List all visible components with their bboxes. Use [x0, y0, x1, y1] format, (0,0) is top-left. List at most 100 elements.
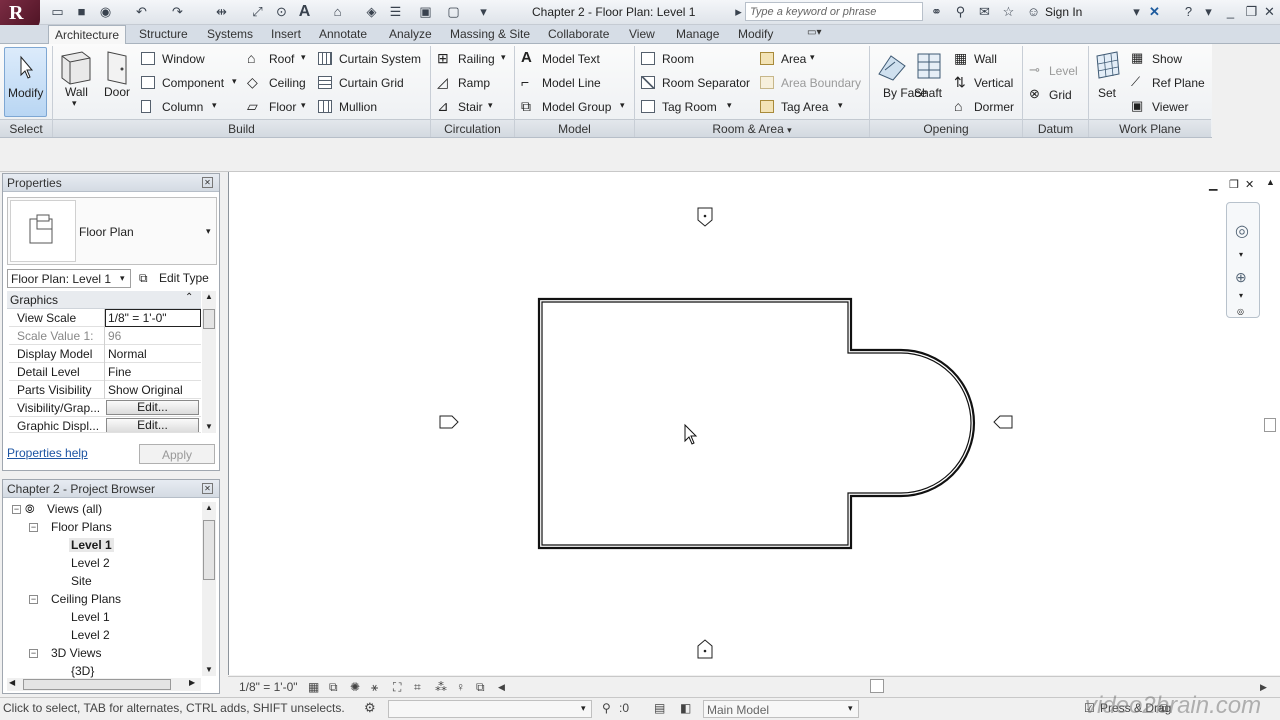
prop-row-display-model[interactable]: Display Model Normal	[9, 345, 201, 363]
tree-3d-views[interactable]: 3D Views	[51, 646, 101, 660]
ceiling-button[interactable]: Ceiling	[269, 76, 306, 90]
door-button[interactable]: Door	[100, 48, 136, 116]
filter-icon[interactable]: ⚲	[602, 701, 611, 715]
editable-only-icon[interactable]: ▤	[654, 701, 665, 715]
drawing-area[interactable]: ▁ ❐ ✕ ▲ ◎ ▾ ⊕ ▾ ◎	[228, 172, 1280, 675]
model-line-button[interactable]: Model Line	[542, 76, 601, 90]
canvas-h-scroll-thumb[interactable]	[870, 679, 884, 693]
edit-type-button[interactable]: ⧉ Edit Type	[137, 269, 215, 288]
browser-close-icon[interactable]: ✕	[202, 483, 213, 494]
undo-icon[interactable]: ↶	[134, 5, 149, 19]
tab-annotate[interactable]: Annotate	[313, 27, 373, 41]
tab-view[interactable]: View	[623, 27, 661, 41]
zoom-region-icon[interactable]: ⊕	[1235, 269, 1247, 286]
design-option-select[interactable]: Main Model ▾	[703, 700, 859, 718]
graphic-display-edit-button[interactable]: Edit...	[106, 418, 199, 432]
panel-datum-title[interactable]: Datum	[1023, 119, 1088, 137]
view-minimize-icon[interactable]: ▁	[1209, 178, 1217, 191]
tree-3d-default[interactable]: {3D}	[71, 664, 94, 678]
panel-opening-title[interactable]: Opening	[870, 119, 1022, 137]
floor-button[interactable]: Floor	[269, 100, 296, 114]
mullion-button[interactable]: Mullion	[339, 100, 377, 114]
scroll-right-icon[interactable]: ▶	[189, 678, 195, 687]
show-crop-icon[interactable]: ⌗	[414, 680, 421, 695]
collapse-ceiling-plans-toggle[interactable]: −	[29, 595, 38, 604]
stair-button[interactable]: Stair	[458, 100, 483, 114]
room-separator-button[interactable]: Room Separator	[662, 76, 750, 90]
modify-button[interactable]: Modify	[4, 47, 47, 117]
level-button[interactable]: Level	[1049, 64, 1078, 78]
viewer-button[interactable]: Viewer	[1152, 100, 1188, 114]
by-face-button[interactable]: By Face	[875, 48, 927, 116]
tab-manage[interactable]: Manage	[670, 27, 725, 41]
switch-windows-icon[interactable]: ▢	[446, 5, 461, 19]
collapse-floor-plans-toggle[interactable]: −	[29, 523, 38, 532]
wall-button[interactable]: Wall ▾	[56, 48, 96, 116]
tab-massing-site[interactable]: Massing & Site	[444, 27, 536, 41]
subscription-icon[interactable]: ⚲	[953, 5, 968, 19]
binoculars-icon[interactable]: ⚭	[929, 5, 944, 19]
sign-in-button[interactable]: Sign In	[1045, 5, 1082, 19]
tag-area-button[interactable]: Tag Area	[781, 100, 828, 114]
area-boundary-button[interactable]: Area Boundary	[781, 76, 861, 90]
open-icon[interactable]: ▭	[50, 5, 65, 19]
roof-button[interactable]: Roof	[269, 52, 294, 66]
floor-plan-drawing[interactable]	[229, 172, 1280, 675]
shaft-button[interactable]: Shaft	[912, 48, 946, 116]
grid-button[interactable]: Grid	[1049, 88, 1072, 102]
prop-row-parts-visibility[interactable]: Parts Visibility Show Original	[9, 381, 201, 399]
prop-row-view-scale[interactable]: View Scale 1/8" = 1'-0"	[9, 309, 201, 327]
communication-icon[interactable]: ✉	[977, 5, 992, 19]
navbar-options-icon[interactable]: ◎	[1237, 307, 1244, 316]
browser-h-scrollbar[interactable]: ◀ ▶	[7, 678, 201, 691]
scroll-thumb[interactable]	[203, 309, 215, 329]
tab-structure[interactable]: Structure	[133, 27, 194, 41]
analytical-model-icon[interactable]: ⧉	[476, 680, 485, 695]
design-options-icon[interactable]: ◧	[680, 701, 691, 715]
thin-lines-icon[interactable]: ☰	[388, 5, 403, 19]
tab-insert[interactable]: Insert	[265, 27, 307, 41]
stair-dropdown-icon[interactable]: ▾	[488, 100, 493, 111]
search-input[interactable]: Type a keyword or phrase	[745, 2, 923, 21]
crop-view-icon[interactable]: ⛶	[393, 680, 401, 695]
h-scroll-left-icon[interactable]: ◀	[498, 682, 505, 693]
close-icon[interactable]: ✕	[1262, 5, 1277, 19]
roof-dropdown-icon[interactable]: ▾	[301, 52, 306, 63]
view-restore-icon[interactable]: ❐	[1229, 178, 1239, 191]
zoom-dropdown-icon[interactable]: ▾	[1239, 291, 1243, 300]
properties-scrollbar[interactable]: ▲ ▼	[202, 291, 216, 433]
close-hidden-icon[interactable]: ▣	[418, 5, 433, 19]
floor-dropdown-icon[interactable]: ▾	[301, 100, 306, 111]
set-workplane-button[interactable]: Set	[1093, 48, 1123, 116]
panel-select-title[interactable]: Select	[0, 119, 52, 137]
scroll-down-icon[interactable]: ▼	[205, 665, 213, 674]
exchange-apps-icon[interactable]: ✕	[1147, 5, 1162, 19]
tree-floor-plan-level-2[interactable]: Level 2	[71, 556, 110, 570]
apply-button[interactable]: Apply	[139, 444, 215, 464]
customize-qat-icon[interactable]: ▾	[476, 5, 491, 19]
railing-dropdown-icon[interactable]: ▾	[501, 52, 506, 63]
scroll-up-icon[interactable]: ▲	[205, 292, 213, 301]
restore-icon[interactable]: ❐	[1244, 5, 1259, 19]
help-icon[interactable]: ?	[1181, 5, 1196, 19]
prop-row-detail-level[interactable]: Detail Level Fine	[9, 363, 201, 381]
instance-filter-select[interactable]: Floor Plan: Level 1 ▾	[7, 269, 131, 288]
column-button[interactable]: Column	[162, 100, 203, 114]
tag-room-dropdown-icon[interactable]: ▾	[727, 100, 732, 111]
panel-work-plane-title[interactable]: Work Plane	[1089, 119, 1211, 137]
railing-button[interactable]: Railing	[458, 52, 495, 66]
canvas-scroll-up-icon[interactable]: ▲	[1266, 177, 1275, 187]
panel-circulation-title[interactable]: Circulation	[431, 119, 514, 137]
temporary-hide-icon[interactable]: ⁂	[435, 680, 447, 694]
measure-icon[interactable]: ⇹	[214, 5, 229, 19]
model-group-button[interactable]: Model Group	[542, 100, 611, 114]
shadows-icon[interactable]: ⚹	[371, 680, 378, 695]
tree-ceiling-plans[interactable]: Ceiling Plans	[51, 592, 121, 606]
wall-opening-button[interactable]: Wall	[974, 52, 997, 66]
detail-level-icon[interactable]: ▦	[308, 680, 319, 694]
vertical-opening-button[interactable]: Vertical	[974, 76, 1013, 90]
tag-area-dropdown-icon[interactable]: ▾	[838, 100, 843, 111]
ramp-button[interactable]: Ramp	[458, 76, 490, 90]
user-icon[interactable]: ☺	[1026, 5, 1041, 19]
help-dropdown-icon[interactable]: ▾	[1201, 5, 1216, 19]
